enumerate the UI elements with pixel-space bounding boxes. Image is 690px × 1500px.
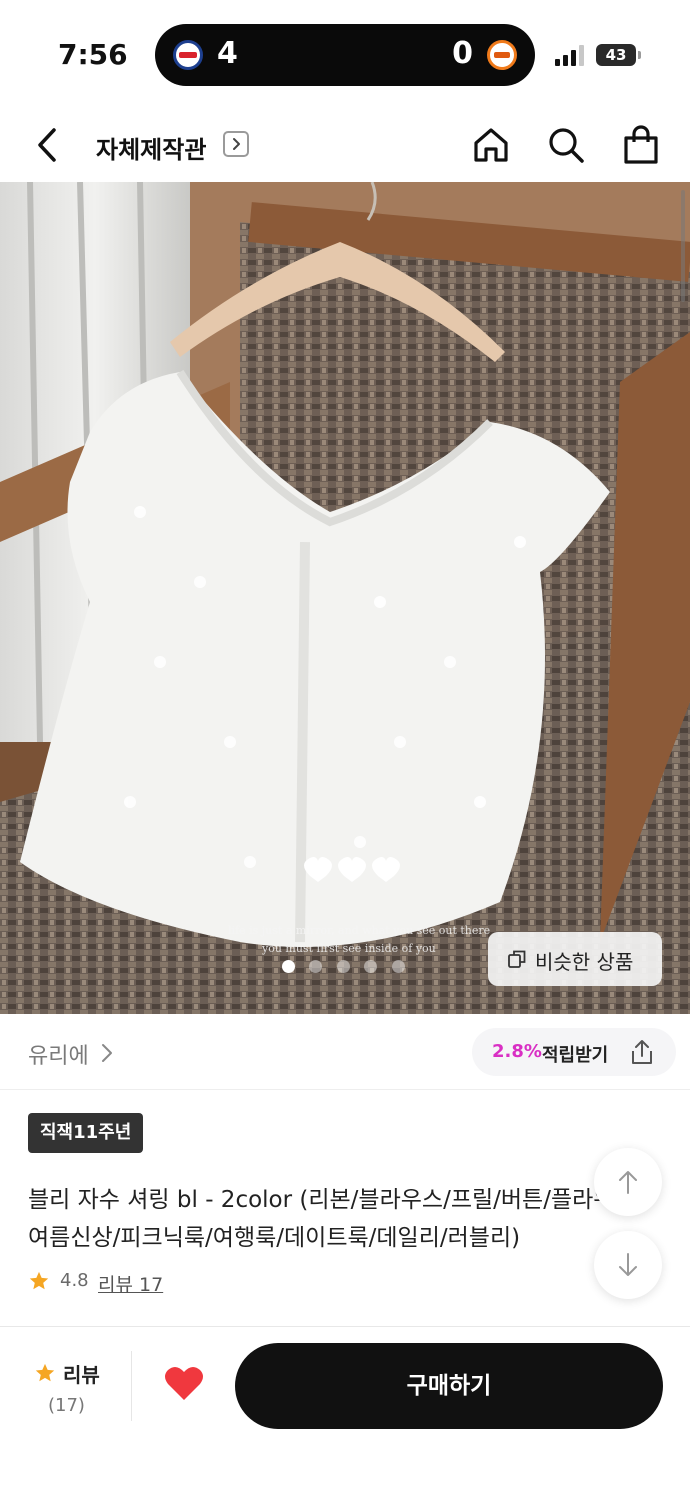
battery-icon: 43 [596,44,636,66]
home-team-logo-icon [173,40,203,70]
live-score-activity[interactable]: 4 0 [155,24,535,86]
divider [131,1351,132,1421]
back-icon[interactable] [28,124,68,166]
arrow-up-icon [619,1171,637,1194]
home-icon[interactable] [470,124,512,166]
arrow-down-icon [619,1253,637,1276]
buy-button[interactable]: 구매하기 [235,1343,663,1429]
seller-row: 유리에 2.8% 적립받기 [0,1014,690,1090]
image-scrollbar[interactable] [681,190,685,302]
cellular-signal-icon [555,44,585,66]
top-nav-bar: 자체제작관 [0,110,690,182]
scroll-to-top-button[interactable] [594,1148,662,1216]
star-icon [29,1271,49,1290]
heart-icon[interactable] [163,1363,205,1403]
page-dot[interactable] [309,960,322,973]
anniversary-badge: 직잭11주년 [28,1113,144,1153]
page-dot[interactable] [282,960,295,973]
battery-nub [638,51,641,59]
status-bar: 7:56 4 0 43 [0,0,690,110]
rating-value: 4.8 [60,1270,89,1291]
similar-products-button[interactable]: 비슷한 상품 [488,932,662,986]
review-tab-count: (17) [48,1395,85,1416]
product-title: 블리 자수 셔링 bl - 2color (리본/블라우스/프릴/버튼/플라워/… [0,1170,600,1270]
points-reward-button[interactable]: 2.8% 적립받기 [472,1028,676,1076]
seller-name-link[interactable]: 유리에 [28,1038,89,1070]
search-icon[interactable] [545,124,587,166]
page-dot[interactable] [392,960,405,973]
chevron-right-icon[interactable] [223,131,249,157]
product-title-line-2: 여름신상/피크닉룩/여행룩/데이트룩/데일리/러블리) [28,1225,521,1251]
copy-icon [508,950,526,968]
store-name-link[interactable]: 자체제작관 [96,130,206,165]
scroll-to-bottom-button[interactable] [594,1231,662,1299]
product-title-line-1: 블리 자수 셔링 bl - 2color (리본/블라우스/프릴/버튼/플라워/ [28,1187,600,1213]
page-dot[interactable] [364,960,377,973]
shopping-bag-icon[interactable] [620,124,662,166]
hero-overlay-text-2: you must first see inside of you [261,942,436,955]
away-team-logo-icon [487,40,517,70]
chevron-right-icon[interactable] [100,1042,114,1064]
review-count-link[interactable]: 리뷰 17 [98,1270,163,1297]
page-dot[interactable] [337,960,350,973]
star-icon [35,1363,55,1382]
home-score: 4 [217,36,238,71]
product-image-carousel[interactable]: life is just a mirror, and what you see … [0,182,690,1014]
bottom-action-bar: 리뷰 (17) 구매하기 [0,1326,690,1500]
product-photo: life is just a mirror, and what you see … [0,182,690,1014]
away-score: 0 [452,36,473,71]
points-rate: 2.8% [492,1041,542,1062]
similar-products-label: 비슷한 상품 [535,950,634,974]
status-time: 7:56 [58,38,128,71]
hero-overlay-text-1: life is just a mirror, and what you see … [228,924,490,937]
share-icon[interactable] [628,1038,656,1066]
points-label: 적립받기 [542,1045,609,1066]
review-tab-label: 리뷰 [63,1363,100,1387]
